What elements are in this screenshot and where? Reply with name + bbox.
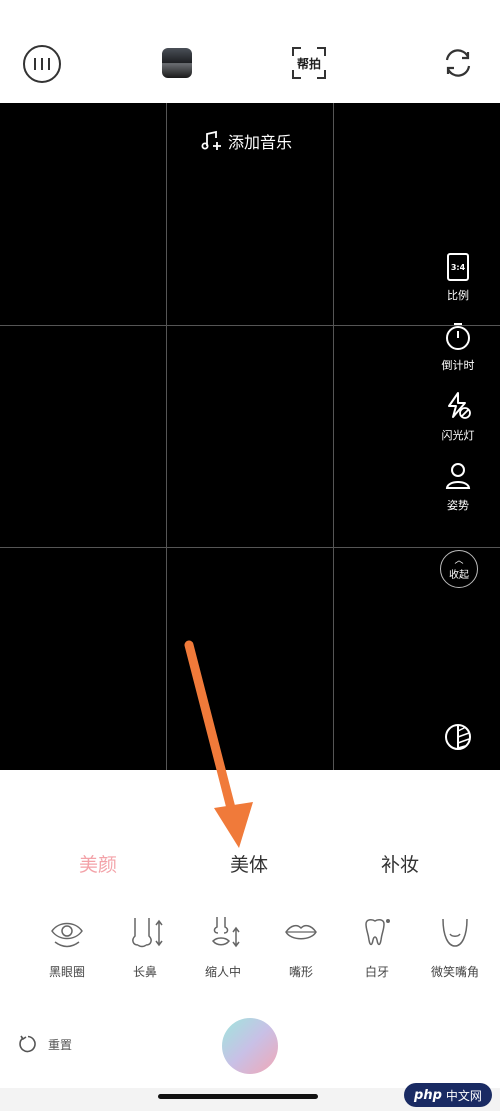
collapse-toolbar-button[interactable]: ︿ 收起 [440,550,478,588]
camera-viewfinder[interactable]: 添加音乐 3:4 比例 倒计时 闪光灯 姿势 ︿ 收起 [0,103,500,770]
long-nose-item[interactable]: 长鼻 [110,913,180,980]
philtrum-item[interactable]: 缩人中 [188,913,258,980]
timer-tool[interactable]: 倒计时 [442,321,475,373]
music-note-icon [201,130,221,150]
pose-label: 姿势 [447,499,469,512]
long-nose-label: 长鼻 [132,965,157,979]
flash-tool[interactable]: 闪光灯 [442,391,475,443]
smile-icon [435,913,475,953]
lip-shape-label: 嘴形 [288,965,313,979]
watermark-brand: php [414,1087,442,1103]
grid-line [166,103,167,770]
top-bar: 帮拍 [0,0,500,103]
philtrum-icon [203,913,243,953]
ratio-icon: 3:4 [447,253,469,281]
ratio-badge: 3:4 [450,262,466,272]
side-toolbar: 3:4 比例 倒计时 闪光灯 姿势 [436,253,480,513]
home-indicator[interactable] [158,1094,318,1099]
flip-camera-button[interactable] [441,46,475,80]
dark-circles-item[interactable]: 黑眼圈 [32,913,102,980]
eye-icon [47,913,87,953]
lips-icon [281,913,321,953]
help-shoot-button[interactable]: 帮拍 [292,47,326,79]
smile-corners-item[interactable]: 微笑嘴角 [420,913,490,980]
pose-icon [445,463,471,489]
add-music-button[interactable]: 添加音乐 [200,129,292,153]
watermark-site: 中文网 [445,1088,482,1103]
timer-icon [446,323,470,350]
lip-shape-item[interactable]: 嘴形 [266,913,336,980]
tab-body[interactable]: 美体 [230,850,268,877]
tooth-icon [357,913,397,953]
ratio-tool[interactable]: 3:4 比例 [447,253,469,303]
grid-line [0,547,500,548]
reset-button[interactable]: 重置 [18,1034,72,1054]
reset-label: 重置 [48,1037,73,1052]
smile-corners-label: 微笑嘴角 [430,965,479,979]
whiten-teeth-label: 白牙 [364,965,389,979]
filter-button[interactable] [444,723,472,751]
collapse-label: 收起 [449,570,469,581]
filter-icon [445,724,471,750]
tab-makeup[interactable]: 补妆 [381,850,419,877]
beauty-panel: 美颜 美体 补妆 黑眼圈 长鼻 缩人中 嘴形 白牙 微笑嘴角 重置 [0,770,500,1111]
whiten-teeth-item[interactable]: 白牙 [342,913,412,980]
site-watermark: php 中文网 [404,1083,492,1107]
shutter-button[interactable] [222,1018,278,1074]
pose-tool[interactable]: 姿势 [443,461,473,513]
grid-line [0,325,500,326]
menu-button[interactable] [23,45,61,83]
chevron-up-icon: ︿ [454,556,464,566]
philtrum-label: 缩人中 [204,965,241,979]
flash-label: 闪光灯 [441,429,475,442]
gallery-thumbnail-button[interactable] [162,48,192,78]
add-music-label: 添加音乐 [228,133,293,152]
menu-icon [34,58,50,70]
help-shoot-label: 帮拍 [296,56,321,71]
grid-line [333,103,334,770]
dark-circles-label: 黑眼圈 [48,965,85,979]
tab-beauty[interactable]: 美颜 [79,850,117,877]
reset-icon [19,1035,36,1053]
flash-off-icon [448,392,471,419]
timer-label: 倒计时 [441,359,475,372]
flip-camera-icon [445,49,471,77]
nose-length-icon [125,913,165,953]
ratio-label: 比例 [447,289,469,302]
